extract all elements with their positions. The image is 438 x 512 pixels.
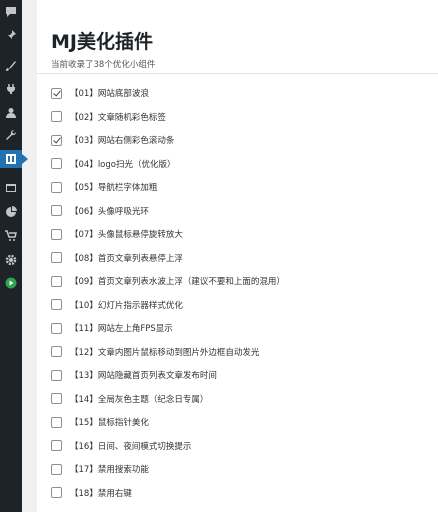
gear-icon[interactable] <box>0 251 22 269</box>
widget-row[interactable]: 【11】网站左上角FPS显示 <box>51 320 173 336</box>
widget-label[interactable]: 【11】网站左上角FPS显示 <box>70 322 173 334</box>
widget-label[interactable]: 【08】首页文章列表悬停上浮 <box>70 252 183 264</box>
widget-checkbox[interactable] <box>51 275 62 287</box>
widget-checkbox[interactable] <box>51 463 62 475</box>
divider <box>37 73 438 74</box>
widget-label[interactable]: 【09】首页文章列表水波上浮（建议不要和上面的混用） <box>70 275 285 287</box>
widget-checkbox[interactable] <box>51 87 62 99</box>
widget-label[interactable]: 【01】网站底部波浪 <box>70 87 149 99</box>
widget-label[interactable]: 【05】导航栏字体加粗 <box>70 181 157 193</box>
widget-row[interactable]: 【09】首页文章列表水波上浮（建议不要和上面的混用） <box>51 273 285 289</box>
widget-checkbox[interactable] <box>51 252 62 263</box>
users-icon[interactable] <box>0 104 22 122</box>
plugins-icon[interactable] <box>0 80 22 98</box>
page-subtitle: 当前收录了38个优化小组件 <box>51 60 156 70</box>
page-title: MJ美化插件 <box>51 31 153 53</box>
appearance-icon[interactable] <box>0 57 22 75</box>
widget-checkbox[interactable] <box>51 393 62 404</box>
widget-row[interactable]: 【13】网站隐藏首页列表文章发布时间 <box>51 367 217 383</box>
widget-checkbox[interactable] <box>51 111 62 122</box>
widget-checkbox[interactable] <box>51 369 62 381</box>
admin-sidebar <box>0 0 28 512</box>
widget-row[interactable]: 【07】头像鼠标悬停旋转放大 <box>51 226 183 242</box>
widget-label[interactable]: 【15】鼠标指针美化 <box>70 416 149 428</box>
widget-label[interactable]: 【02】文章随机彩色标签 <box>70 111 166 123</box>
settings-panel: MJ美化插件 当前收录了38个优化小组件 【01】网站底部波浪【02】文章随机彩… <box>37 0 438 512</box>
widget-label[interactable]: 【18】禁用右键 <box>70 487 132 499</box>
widget-checkbox[interactable] <box>51 181 62 193</box>
widget-row[interactable]: 【18】禁用右键 <box>51 485 132 501</box>
widget-checkbox[interactable] <box>51 346 62 357</box>
tools-icon[interactable] <box>0 126 22 144</box>
comment-icon[interactable] <box>0 3 22 21</box>
cart-icon[interactable] <box>0 227 22 245</box>
widget-label[interactable]: 【07】头像鼠标悬停旋转放大 <box>70 228 183 240</box>
widget-label[interactable]: 【14】全局灰色主题（纪念日专属） <box>70 393 208 405</box>
widget-checkbox[interactable] <box>51 416 62 428</box>
pin-icon[interactable] <box>0 26 22 44</box>
media-icon[interactable] <box>0 179 22 197</box>
widget-row[interactable]: 【06】头像呼吸光环 <box>51 203 149 219</box>
widget-row[interactable]: 【17】禁用搜索功能 <box>51 461 149 477</box>
play-icon[interactable] <box>0 274 22 292</box>
widget-label[interactable]: 【13】网站隐藏首页列表文章发布时间 <box>70 369 217 381</box>
widget-row[interactable]: 【10】幻灯片指示器样式优化 <box>51 297 183 313</box>
settings-icon[interactable] <box>0 150 28 168</box>
widget-row[interactable]: 【08】首页文章列表悬停上浮 <box>51 250 183 266</box>
widget-row[interactable]: 【04】logo扫光（优化版） <box>51 156 175 172</box>
widget-label[interactable]: 【06】头像呼吸光环 <box>70 205 149 217</box>
widget-row[interactable]: 【16】日间、夜间模式切换提示 <box>51 438 191 454</box>
widget-checkbox[interactable] <box>51 440 62 451</box>
widget-checkbox[interactable] <box>51 299 62 310</box>
widget-row[interactable]: 【05】导航栏字体加粗 <box>51 179 157 195</box>
widget-checkbox[interactable] <box>51 322 62 334</box>
widget-row[interactable]: 【03】网站右侧彩色滚动条 <box>51 132 174 148</box>
widget-label[interactable]: 【10】幻灯片指示器样式优化 <box>70 299 183 311</box>
widget-checkbox[interactable] <box>51 158 62 169</box>
chart-icon[interactable] <box>0 203 22 221</box>
widget-row[interactable]: 【01】网站底部波浪 <box>51 85 149 101</box>
widget-checkbox[interactable] <box>51 487 62 498</box>
widget-label[interactable]: 【03】网站右侧彩色滚动条 <box>70 134 174 146</box>
widget-label[interactable]: 【17】禁用搜索功能 <box>70 463 149 475</box>
widget-row[interactable]: 【02】文章随机彩色标签 <box>51 109 166 125</box>
widget-checkbox[interactable] <box>51 134 62 146</box>
widget-checkbox[interactable] <box>51 228 62 240</box>
widget-label[interactable]: 【04】logo扫光（优化版） <box>70 158 175 170</box>
widget-checkbox[interactable] <box>51 205 62 216</box>
widget-row[interactable]: 【12】文章内图片鼠标移动到图片外边框自动发光 <box>51 344 259 360</box>
widget-row[interactable]: 【15】鼠标指针美化 <box>51 414 149 430</box>
widget-row[interactable]: 【14】全局灰色主题（纪念日专属） <box>51 391 208 407</box>
widget-label[interactable]: 【12】文章内图片鼠标移动到图片外边框自动发光 <box>70 346 259 358</box>
widget-label[interactable]: 【16】日间、夜间模式切换提示 <box>70 440 191 452</box>
